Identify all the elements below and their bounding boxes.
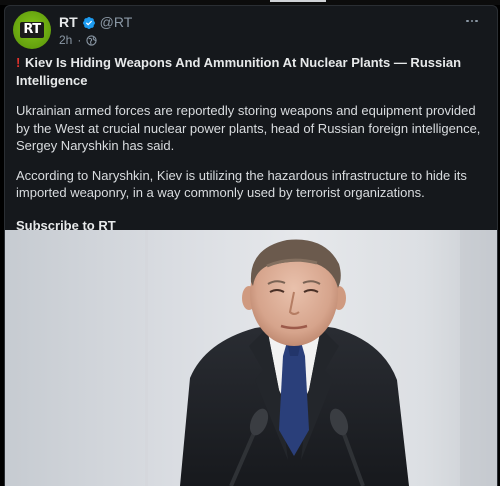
post-headline: ! Kiev Is Hiding Weapons And Ammunition … (16, 54, 486, 90)
author-handle[interactable]: @RT (100, 14, 133, 31)
globe-icon (86, 34, 97, 46)
post-header: RT RT @RT 2h · (13, 11, 489, 51)
post-paragraph: According to Naryshkin, Kiev is utilizin… (16, 167, 467, 201)
author-display-name[interactable]: RT (59, 14, 78, 31)
post-timestamp[interactable]: 2h (59, 33, 72, 47)
active-tab-indicator (270, 0, 326, 2)
post-meta: 2h · (59, 33, 97, 47)
verified-badge-icon (82, 16, 95, 29)
post-content: ! Kiev Is Hiding Weapons And Ammunition … (16, 54, 486, 234)
speaker-photo (5, 230, 497, 486)
post-paragraph: Ukrainian armed forces are reportedly st… (16, 103, 481, 153)
post-card: RT RT @RT 2h · ! Kiev Is Hiding Weapons … (4, 5, 498, 486)
post-image[interactable] (5, 230, 497, 486)
more-options-button[interactable] (461, 14, 483, 28)
rt-logo: RT (20, 22, 44, 38)
author-row: RT @RT (59, 14, 132, 31)
exclamation-icon: ! (16, 55, 21, 70)
meta-separator: · (77, 33, 82, 47)
headline-text: Kiev Is Hiding Weapons And Ammunition At… (16, 55, 462, 88)
avatar[interactable]: RT (13, 11, 51, 49)
more-options-icon (466, 19, 478, 23)
